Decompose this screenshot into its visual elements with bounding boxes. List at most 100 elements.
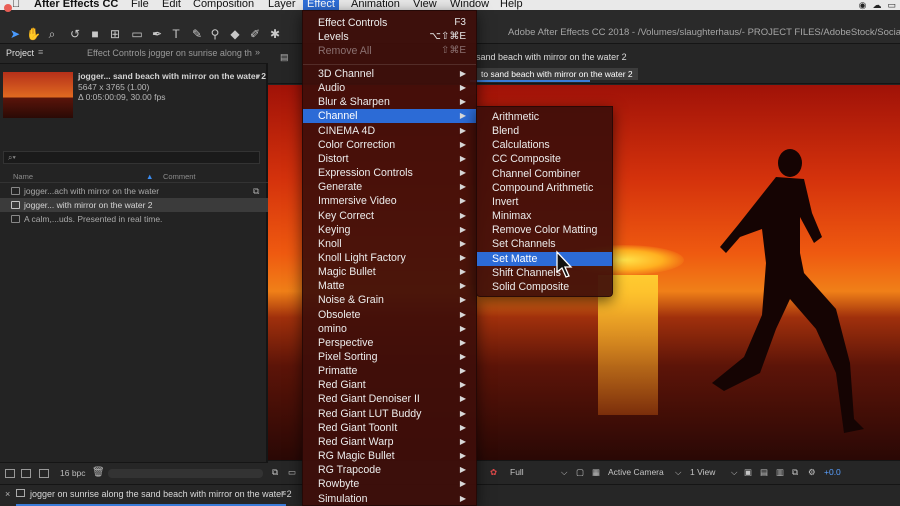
menu-composition[interactable]: Composition xyxy=(193,0,254,10)
exposure-value[interactable]: +0.0 xyxy=(824,467,841,477)
menu-item-knoll[interactable]: Knoll ▶ xyxy=(303,237,476,251)
rectangle-tool-icon[interactable]: ▭ xyxy=(130,27,144,41)
menu-item-generate[interactable]: Generate ▶ xyxy=(303,180,476,194)
pan-behind-tool-icon[interactable]: ⊞ xyxy=(108,27,122,41)
menu-item-omino[interactable]: omino ▶ xyxy=(303,322,476,336)
submenu-item-calculations[interactable]: Calculations xyxy=(477,138,612,152)
submenu-item-set-matte[interactable]: Set Matte xyxy=(477,251,612,266)
submenu-item-set-channels[interactable]: Set Channels xyxy=(477,237,612,251)
cloud-icon[interactable]: ☁ xyxy=(872,0,881,10)
toggle-pixel-aspect-icon[interactable]: ▣ xyxy=(744,467,752,478)
menu-item-color-correction[interactable]: Color Correction ▶ xyxy=(303,138,476,152)
exposure-icon[interactable]: ⚙ xyxy=(808,467,816,478)
menu-item-keying[interactable]: Keying ▶ xyxy=(303,223,476,237)
color-channels-icon[interactable]: ✿ xyxy=(490,467,497,478)
composition-tab[interactable]: sand beach with mirror on the water 2 xyxy=(476,52,627,62)
resolution-dropdown[interactable]: Full xyxy=(510,467,524,477)
menu-item-audio[interactable]: Audio ▶ xyxy=(303,81,476,95)
menu-item-perspective[interactable]: Perspective ▶ xyxy=(303,336,476,350)
menu-edit[interactable]: Edit xyxy=(162,0,181,10)
interpret-footage-icon[interactable] xyxy=(5,469,15,478)
menu-item-red-giant[interactable]: Red Giant ▶ xyxy=(303,378,476,392)
pen-tool-icon[interactable]: ✒ xyxy=(150,27,164,41)
rotate-tool-icon[interactable]: ↺ xyxy=(68,27,82,41)
menu-item-pixel-sorting[interactable]: Pixel Sorting ▶ xyxy=(303,350,476,364)
timeline-icon[interactable]: ▥ xyxy=(776,467,784,478)
views-dropdown[interactable]: 1 View xyxy=(690,467,715,477)
menu-item-red-giant-toonit[interactable]: Red Giant ToonIt ▶ xyxy=(303,421,476,435)
menu-item-blur-sharpen[interactable]: Blur & Sharpen ▶ xyxy=(303,95,476,109)
menu-effect[interactable]: Effect xyxy=(303,0,339,10)
project-list-item[interactable]: A calm,...uds. Presented in real time. xyxy=(0,212,268,226)
puppet-tool-icon[interactable]: ✱ xyxy=(268,27,282,41)
apple-icon[interactable]:  xyxy=(12,0,20,10)
creative-cloud-icon[interactable]: ◉ xyxy=(859,0,867,10)
menu-item-rg-trapcode[interactable]: RG Trapcode ▶ xyxy=(303,463,476,477)
menu-item-levels[interactable]: Levels ⌥⇧⌘E xyxy=(303,30,476,44)
submenu-item-blend[interactable]: Blend xyxy=(477,124,612,138)
menu-animation[interactable]: Animation xyxy=(351,0,400,10)
sort-arrow-icon[interactable]: ▲ xyxy=(146,172,153,181)
menu-item-effect-controls[interactable]: Effect Controls F3 xyxy=(303,16,476,30)
item-dropdown-icon[interactable]: ▾ xyxy=(256,71,260,82)
clone-stamp-tool-icon[interactable]: ⚲ xyxy=(208,27,222,41)
project-list-item-selected[interactable]: jogger... with mirror on the water 2 xyxy=(0,198,268,212)
project-list-item[interactable]: jogger...ach with mirror on the water ⧉ xyxy=(0,184,268,198)
menu-item-noise-grain[interactable]: Noise & Grain ▶ xyxy=(303,293,476,307)
menu-item-cinema-4d[interactable]: CINEMA 4D ▶ xyxy=(303,124,476,138)
menu-item-rg-magic-bullet[interactable]: RG Magic Bullet ▶ xyxy=(303,449,476,463)
roto-brush-tool-icon[interactable]: ✐ xyxy=(248,27,262,41)
fast-previews-icon[interactable]: ▤ xyxy=(760,467,768,478)
new-folder-icon[interactable] xyxy=(21,469,31,478)
transparency-grid-icon[interactable]: ▦ xyxy=(592,467,600,478)
menu-file[interactable]: File xyxy=(131,0,149,10)
menu-item-expression-controls[interactable]: Expression Controls ▶ xyxy=(303,166,476,180)
menu-item-simulation[interactable]: Simulation ▶ xyxy=(303,492,476,506)
submenu-item-solid-composite[interactable]: Solid Composite xyxy=(477,280,612,294)
hand-tool-icon[interactable]: ✋ xyxy=(26,27,41,41)
submenu-item-compound-arithmetic[interactable]: Compound Arithmetic xyxy=(477,181,612,195)
timeline-tab[interactable]: jogger on sunrise along the sand beach w… xyxy=(30,489,292,499)
bit-depth-button[interactable]: 16 bpc xyxy=(60,468,86,478)
menu-view[interactable]: View xyxy=(413,0,437,10)
project-search-input[interactable]: ⌕▾ xyxy=(3,151,260,164)
menu-item-distort[interactable]: Distort ▶ xyxy=(303,152,476,166)
submenu-item-invert[interactable]: Invert xyxy=(477,195,612,209)
menu-item-matte[interactable]: Matte ▶ xyxy=(303,279,476,293)
tab-effect-controls[interactable]: Effect Controls jogger on sunrise along … xyxy=(87,48,252,58)
column-comment[interactable]: Comment xyxy=(163,172,196,181)
app-name-menu[interactable]: After Effects CC xyxy=(34,0,118,10)
menu-item-magic-bullet[interactable]: Magic Bullet ▶ xyxy=(303,265,476,279)
submenu-item-channel-combiner[interactable]: Channel Combiner xyxy=(477,167,612,181)
menu-layer[interactable]: Layer xyxy=(268,0,296,10)
submenu-item-minimax[interactable]: Minimax xyxy=(477,209,612,223)
menu-item-key-correct[interactable]: Key Correct ▶ xyxy=(303,209,476,223)
close-window-button[interactable] xyxy=(4,4,12,12)
menu-item-immersive-video[interactable]: Immersive Video ▶ xyxy=(303,194,476,208)
menu-item-knoll-light-factory[interactable]: Knoll Light Factory ▶ xyxy=(303,251,476,265)
lock-icon[interactable]: ▤ xyxy=(280,52,289,63)
menu-item-red-giant-warp[interactable]: Red Giant Warp ▶ xyxy=(303,435,476,449)
tab-project[interactable]: Project xyxy=(6,48,34,58)
panel-scrollbar[interactable] xyxy=(108,469,263,478)
region-of-interest-icon[interactable]: ▢ xyxy=(576,467,584,478)
submenu-item-cc-composite[interactable]: CC Composite xyxy=(477,152,612,166)
menu-item-rowbyte[interactable]: Rowbyte ▶ xyxy=(303,477,476,491)
flowchart-icon[interactable]: ⧉ xyxy=(253,184,259,198)
trash-icon[interactable]: 🗑 xyxy=(92,467,105,478)
panel-overflow-icon[interactable]: » xyxy=(255,47,260,57)
menu-item-red-giant-lut-buddy[interactable]: Red Giant LUT Buddy ▶ xyxy=(303,407,476,421)
menu-item-3d-channel[interactable]: 3D Channel ▶ xyxy=(303,67,476,81)
monitor-icon[interactable]: ▭ xyxy=(288,467,296,478)
menu-help[interactable]: Help xyxy=(500,0,523,10)
menu-item-obsolete[interactable]: Obsolete ▶ xyxy=(303,308,476,322)
column-name[interactable]: Name xyxy=(13,172,33,181)
close-icon[interactable]: × xyxy=(5,489,10,499)
flowchart-icon[interactable]: ⧉ xyxy=(792,467,798,478)
panel-menu-icon[interactable]: ≡ xyxy=(281,488,286,498)
panel-menu-icon[interactable]: ≡ xyxy=(38,47,43,57)
display-icon[interactable]: ▭ xyxy=(887,0,896,10)
submenu-item-remove-color-matting[interactable]: Remove Color Matting xyxy=(477,223,612,237)
menu-item-primatte[interactable]: Primatte ▶ xyxy=(303,364,476,378)
always-preview-icon[interactable]: ⧉ xyxy=(272,467,278,478)
